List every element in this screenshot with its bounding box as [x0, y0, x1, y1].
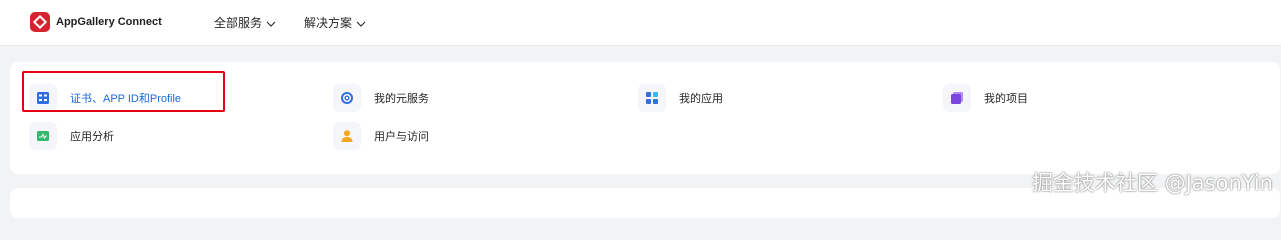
selection-highlight-box [22, 71, 225, 112]
apps-grid-icon [638, 84, 666, 112]
chevron-down-icon [266, 16, 276, 30]
service-atomic-services[interactable]: 我的元服务 [333, 84, 429, 112]
service-app-analytics-label: 应用分析 [70, 131, 114, 143]
user-icon [333, 122, 361, 150]
analytics-icon [29, 122, 57, 150]
service-my-apps-label: 我的应用 [679, 93, 723, 105]
nav-all-services[interactable]: 全部服务 [214, 14, 276, 31]
service-users-access[interactable]: 用户与访问 [333, 122, 429, 150]
service-atomic-services-label: 我的元服务 [374, 93, 429, 105]
service-users-access-label: 用户与访问 [374, 131, 429, 143]
service-my-projects-label: 我的项目 [984, 93, 1028, 105]
nav-solutions[interactable]: 解决方案 [304, 14, 366, 31]
service-my-apps[interactable]: 我的应用 [638, 84, 723, 112]
service-app-analytics[interactable]: 应用分析 [29, 122, 114, 150]
nav-all-services-label: 全部服务 [214, 16, 263, 30]
brand-name: AppGallery Connect [56, 16, 162, 28]
appgallery-logo-icon [30, 12, 50, 32]
watermark-text: 掘金技术社区 @JasonYin [1031, 171, 1273, 195]
service-my-projects[interactable]: 我的项目 [943, 84, 1028, 112]
nav-solutions-label: 解决方案 [304, 16, 353, 30]
atomic-service-icon [333, 84, 361, 112]
brand-logo[interactable]: AppGallery Connect [30, 12, 162, 32]
top-navigation-bar: AppGallery Connect 全部服务 解决方案 [0, 0, 1281, 46]
projects-icon [943, 84, 971, 112]
chevron-down-icon [356, 16, 366, 30]
